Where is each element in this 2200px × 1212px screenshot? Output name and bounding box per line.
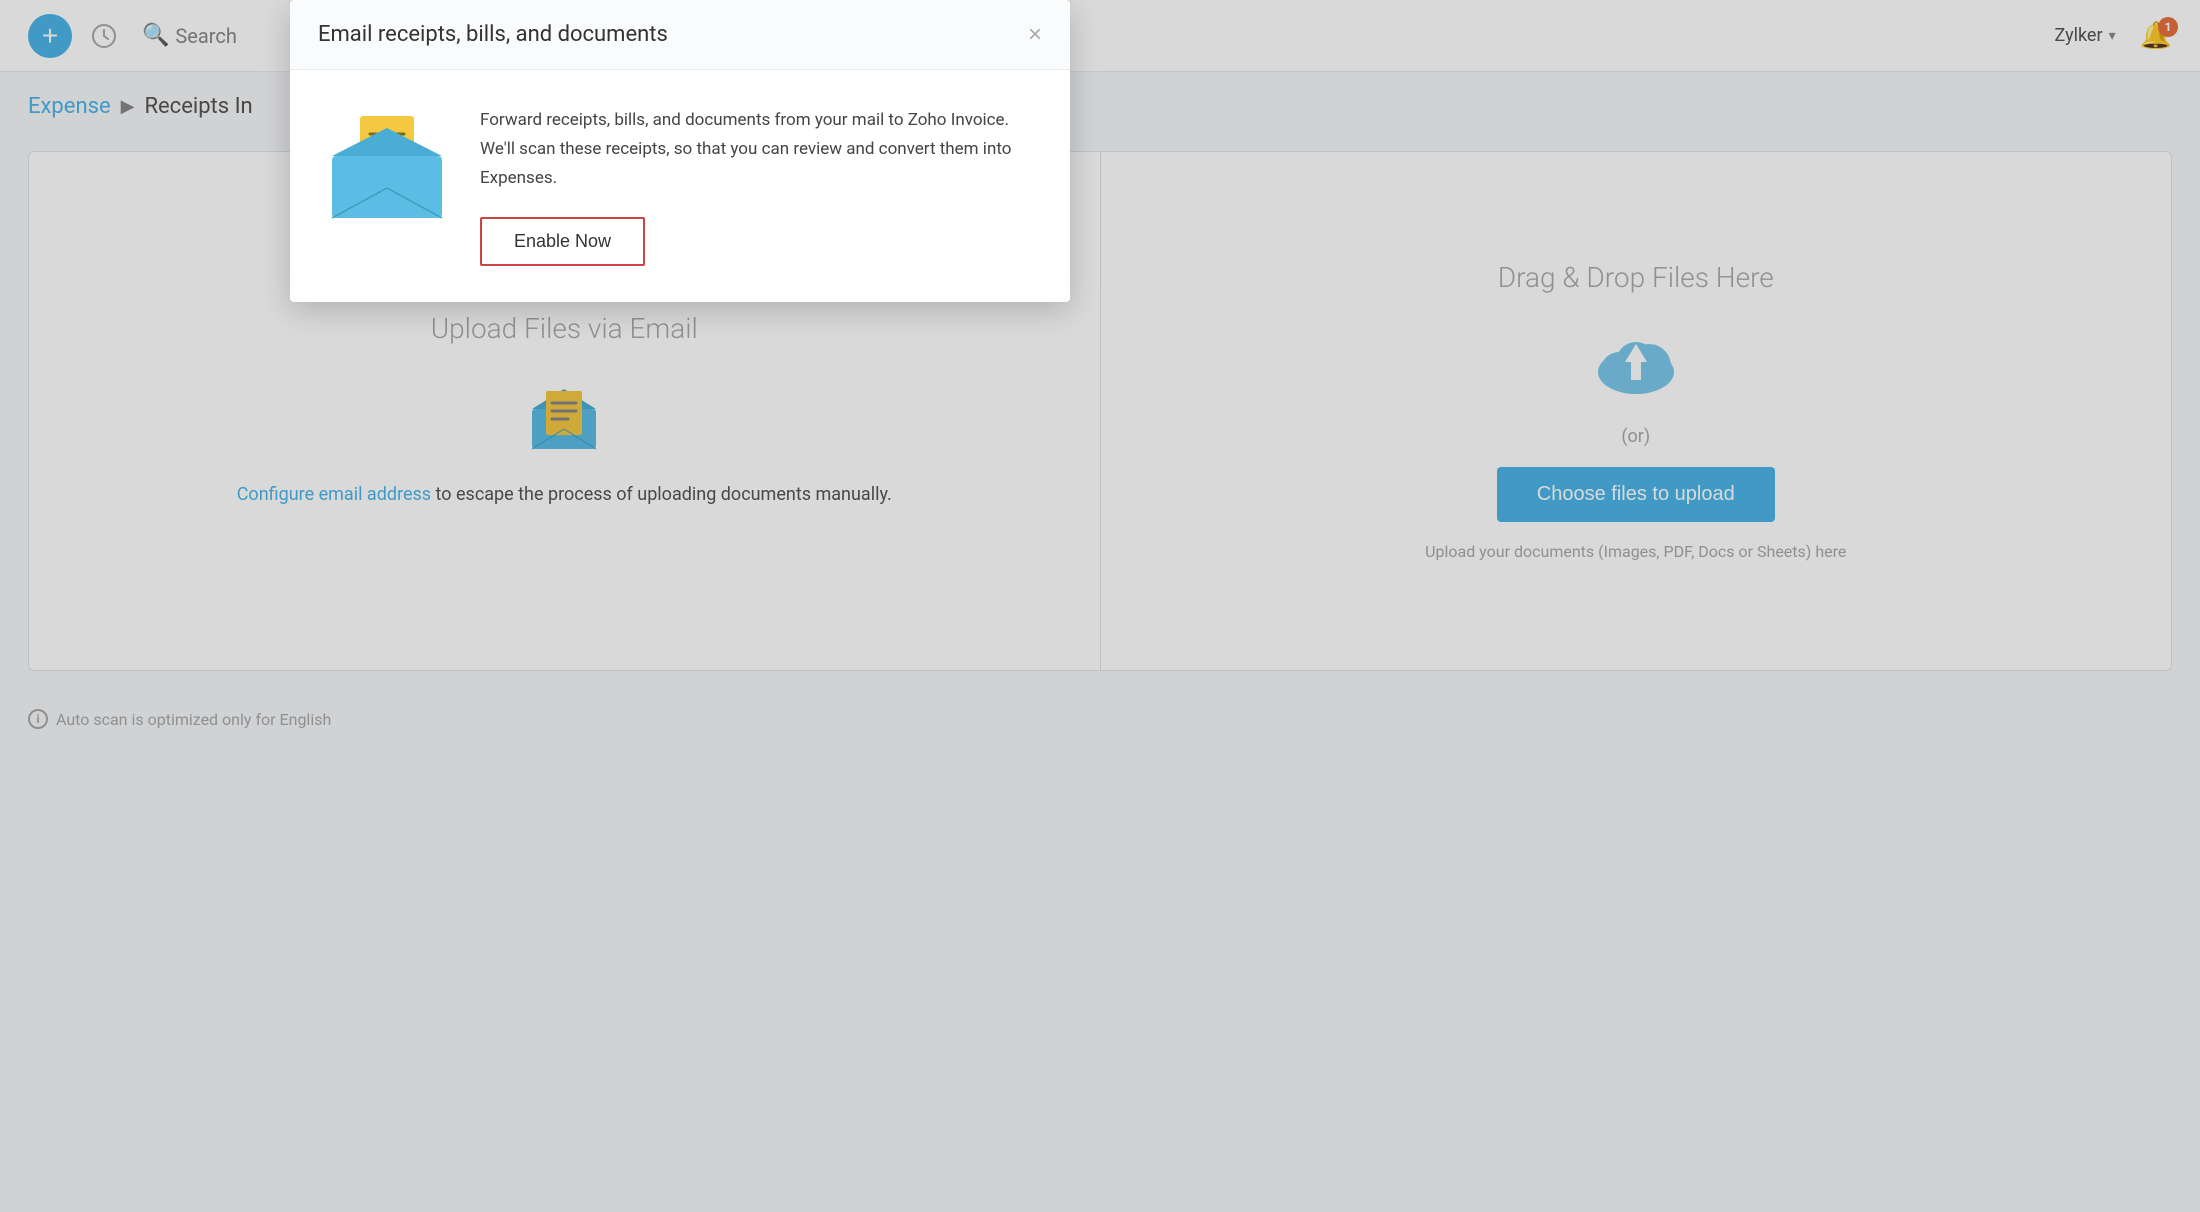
modal-header: Email receipts, bills, and documents × bbox=[290, 0, 1070, 70]
modal-body: Forward receipts, bills, and documents f… bbox=[290, 70, 1070, 302]
modal-description: Forward receipts, bills, and documents f… bbox=[480, 106, 1038, 193]
modal-text-area: Forward receipts, bills, and documents f… bbox=[480, 106, 1038, 266]
modal-title: Email receipts, bills, and documents bbox=[318, 22, 668, 47]
email-receipts-modal: Email receipts, bills, and documents × bbox=[290, 0, 1070, 302]
modal-close-button[interactable]: × bbox=[1028, 23, 1042, 47]
enable-now-button[interactable]: Enable Now bbox=[480, 217, 645, 266]
modal-overlay[interactable]: Email receipts, bills, and documents × bbox=[0, 0, 2200, 1212]
modal-email-illustration bbox=[322, 106, 452, 230]
